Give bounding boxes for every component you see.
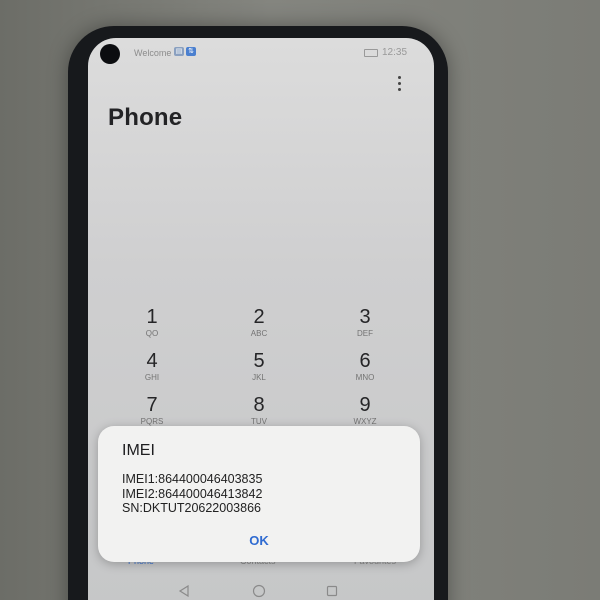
key-letters: QO <box>145 329 159 338</box>
key-6[interactable]: 6 MNO <box>325 350 405 394</box>
battery-icon <box>364 49 378 57</box>
imei1-text: IMEI1:864400046403835 <box>122 472 263 486</box>
key-5[interactable]: 5 JKL <box>219 350 299 394</box>
back-triangle-icon[interactable] <box>178 584 190 600</box>
key-digit: 4 <box>146 350 158 372</box>
key-digit: 6 <box>359 350 371 372</box>
key-letters: DEF <box>357 329 373 338</box>
key-digit: 9 <box>359 394 371 416</box>
key-digit: 7 <box>146 394 158 416</box>
home-circle-icon[interactable] <box>252 584 266 600</box>
ok-button[interactable]: OK <box>234 530 284 552</box>
key-digit: 5 <box>253 350 265 372</box>
key-1[interactable]: 1 QO <box>112 306 192 350</box>
key-digit: 3 <box>359 306 371 328</box>
key-4[interactable]: 4 GHI <box>112 350 192 394</box>
key-digit: 2 <box>253 306 265 328</box>
status-time: 12:35 <box>382 47 408 58</box>
key-digit: 8 <box>253 394 265 416</box>
key-letters: ABC <box>250 329 268 338</box>
key-2[interactable]: 2 ABC <box>219 306 299 350</box>
dial-keypad: 1 QO 2 ABC 3 DEF 4 GHI 5 JKL 6 MNO 7 PQR… <box>88 302 434 442</box>
key-digit: 1 <box>146 306 158 328</box>
page-title: Phone <box>108 104 183 131</box>
carrier-label: Welcome <box>134 48 172 58</box>
key-letters: JKL <box>252 373 266 382</box>
front-camera <box>100 44 120 64</box>
imei2-text: IMEI2:864400046413842 <box>122 486 263 501</box>
key-letters: MNO <box>355 373 375 382</box>
mobile-data-icon: ⇅ <box>186 47 196 56</box>
dialog-body: IMEI1:864400046403835 IMEI2:864400046413… <box>122 472 262 516</box>
serial-number-text: SN:DKTUT20622003866 <box>122 501 261 515</box>
imei-dialog: IMEI IMEI1:864400046403835 IMEI2:8644000… <box>98 426 420 562</box>
key-3[interactable]: 3 DEF <box>325 306 405 350</box>
recent-square-icon[interactable] <box>326 584 338 600</box>
status-bar: Welcome ▤ ⇅ 12:35 <box>88 38 434 64</box>
more-vertical-icon[interactable] <box>394 74 406 94</box>
sim-icon: ▤ <box>174 47 184 56</box>
dialog-title: IMEI <box>122 442 155 459</box>
navigation-bar <box>88 576 434 600</box>
photo-scene: Welcome ▤ ⇅ 12:35 Phone 1 QO 2 ABC 3 DEF <box>0 0 600 600</box>
key-letters: GHI <box>144 373 160 382</box>
